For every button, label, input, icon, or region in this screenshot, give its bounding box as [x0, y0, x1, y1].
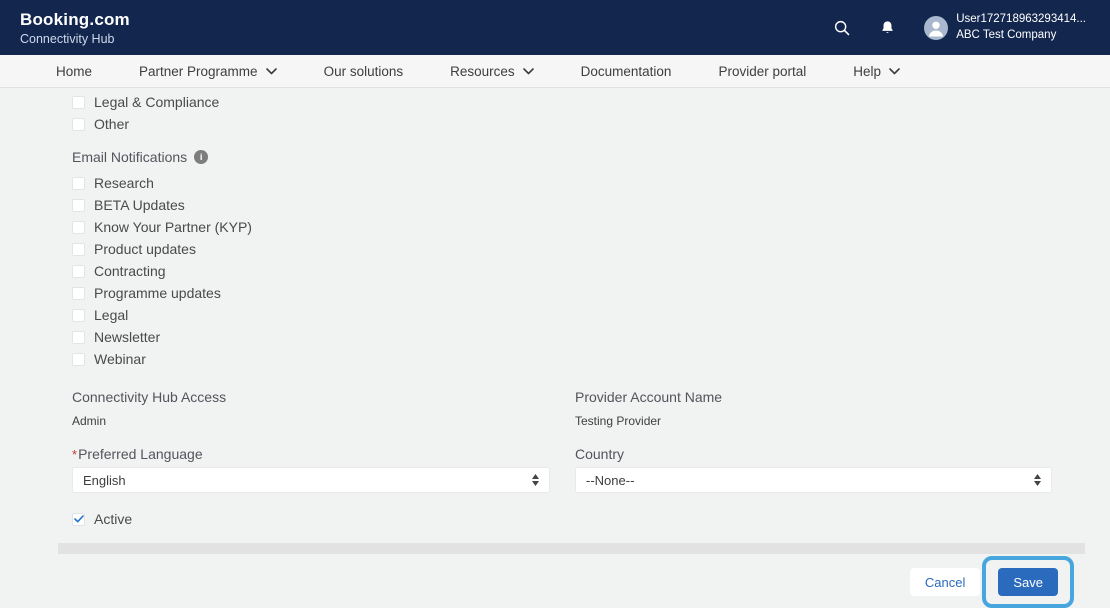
nav-label: Home: [56, 63, 93, 79]
required-marker: *: [72, 447, 78, 462]
nav-item-our-solutions[interactable]: Our solutions: [324, 64, 404, 79]
checkbox-kyp[interactable]: [72, 220, 85, 234]
preferred-language-label: *Preferred Language: [72, 446, 550, 462]
cancel-button[interactable]: Cancel: [909, 568, 981, 596]
checkbox-legal[interactable]: [72, 308, 85, 322]
connectivity-hub-access-field: Connectivity Hub Access Admin: [72, 389, 550, 428]
selected-value: English: [83, 472, 126, 488]
chevron-down-icon: [265, 67, 277, 74]
nav-item-resources[interactable]: Resources: [450, 64, 534, 79]
checkbox-beta-updates[interactable]: [72, 198, 85, 212]
nav-item-help[interactable]: Help: [853, 64, 900, 79]
user-info: User172718963293414... ABC Test Company: [956, 12, 1086, 43]
checkbox-label: Webinar: [94, 351, 146, 367]
nav-label: Our solutions: [323, 63, 404, 79]
checkbox-row-programme-updates: Programme updates: [72, 282, 1110, 304]
brand-logo: Booking.com: [20, 9, 130, 29]
checkbox-label: Active: [94, 511, 133, 527]
checkbox-row-active: Active: [72, 508, 1110, 530]
header-actions: User172718963293414... ABC Test Company: [833, 12, 1086, 43]
checkbox-label: Product updates: [94, 241, 196, 257]
app-subtitle: Connectivity Hub: [20, 31, 115, 46]
checkbox-webinar[interactable]: [72, 352, 85, 366]
checkbox-label: Newsletter: [94, 329, 161, 345]
checkbox-row-beta-updates: BETA Updates: [72, 194, 1110, 216]
access-provider-row: Connectivity Hub Access Admin Provider A…: [72, 389, 1110, 428]
nav-label: Documentation: [580, 63, 672, 79]
nav-label: Resources: [450, 63, 515, 79]
user-menu[interactable]: User172718963293414... ABC Test Company: [924, 12, 1086, 43]
select-spinner-icon: [1034, 474, 1041, 486]
form-content: Legal & Compliance Other Email Notificat…: [0, 88, 1110, 530]
label-text: Preferred Language: [78, 446, 203, 462]
provider-account-name-field: Provider Account Name Testing Provider: [575, 389, 1052, 428]
connectivity-hub-access-label: Connectivity Hub Access: [72, 389, 227, 405]
nav-item-partner-programme[interactable]: Partner Programme: [139, 64, 277, 79]
email-notifications-list: Research BETA Updates Know Your Partner …: [72, 172, 1110, 370]
checkbox-label: Legal & Compliance: [94, 94, 220, 110]
app-header: Booking.com Connectivity Hub User1727189…: [0, 0, 1110, 55]
checkbox-label: Research: [94, 175, 154, 191]
nav-item-provider-portal[interactable]: Provider portal: [718, 64, 806, 79]
form-footer: Cancel Save: [0, 556, 1110, 608]
preferred-language-select[interactable]: English: [72, 467, 550, 493]
checkbox-row-legal: Legal: [72, 304, 1110, 326]
checkbox-legal-compliance[interactable]: [72, 95, 85, 109]
checkbox-row-research: Research: [72, 172, 1110, 194]
checkbox-row-kyp: Know Your Partner (KYP): [72, 216, 1110, 238]
selected-value: --None--: [586, 472, 635, 488]
save-button-highlight: Save: [982, 556, 1074, 608]
checkbox-product-updates[interactable]: [72, 242, 85, 256]
provider-account-name-label: Provider Account Name: [575, 389, 723, 405]
checkbox-research[interactable]: [72, 176, 85, 190]
search-icon[interactable]: [833, 19, 851, 37]
checkbox-row-other: Other: [72, 113, 1110, 135]
checkbox-label: Legal: [94, 307, 129, 323]
user-avatar-icon: [924, 15, 949, 40]
nav-label: Help: [853, 63, 882, 79]
user-name: User172718963293414...: [956, 12, 1086, 25]
check-icon: [73, 515, 84, 523]
email-notifications-label: Email Notifications: [72, 149, 188, 165]
email-notifications-header: Email Notifications i: [72, 148, 1110, 166]
notifications-bell-icon[interactable]: [879, 19, 896, 37]
chevron-down-icon: [889, 67, 900, 74]
preferred-language-field: *Preferred Language English: [72, 446, 550, 493]
horizontal-scrollbar-thumb[interactable]: [58, 543, 1085, 554]
nav-item-documentation[interactable]: Documentation: [581, 64, 672, 79]
checkbox-label: Contracting: [94, 263, 166, 279]
country-select[interactable]: --None--: [575, 467, 1052, 493]
brand-block: Booking.com Connectivity Hub: [20, 10, 130, 46]
chevron-down-icon: [522, 67, 534, 74]
checkbox-row-webinar: Webinar: [72, 348, 1110, 370]
checkbox-label: Other: [94, 116, 130, 132]
nav-label: Partner Programme: [139, 63, 258, 79]
checkbox-contracting[interactable]: [72, 264, 85, 278]
checkbox-row-product-updates: Product updates: [72, 238, 1110, 260]
country-label: Country: [575, 446, 625, 462]
checkbox-row-legal-compliance: Legal & Compliance: [72, 91, 1110, 113]
checkbox-row-contracting: Contracting: [72, 260, 1110, 282]
nav-item-home[interactable]: Home: [56, 64, 92, 79]
checkbox-programme-updates[interactable]: [72, 286, 85, 300]
checkbox-active[interactable]: [72, 512, 85, 526]
connectivity-hub-access-value: Admin: [72, 414, 107, 428]
checkbox-label: Programme updates: [94, 285, 221, 301]
provider-account-name-value: Testing Provider: [575, 414, 662, 428]
select-spinner-icon: [532, 474, 539, 486]
checkbox-newsletter[interactable]: [72, 330, 85, 344]
main-nav: Home Partner Programme Our solutions Res…: [0, 55, 1110, 88]
user-company: ABC Test Company: [956, 28, 1057, 41]
info-icon[interactable]: i: [194, 150, 209, 164]
checkbox-row-newsletter: Newsletter: [72, 326, 1110, 348]
checkbox-label: Know Your Partner (KYP): [94, 219, 252, 235]
nav-label: Provider portal: [718, 63, 807, 79]
language-country-row: *Preferred Language English Country --No…: [72, 446, 1110, 493]
checkbox-label: BETA Updates: [94, 197, 185, 213]
save-button[interactable]: Save: [998, 568, 1058, 596]
checkbox-other[interactable]: [72, 117, 85, 131]
country-field: Country --None--: [575, 446, 1052, 493]
